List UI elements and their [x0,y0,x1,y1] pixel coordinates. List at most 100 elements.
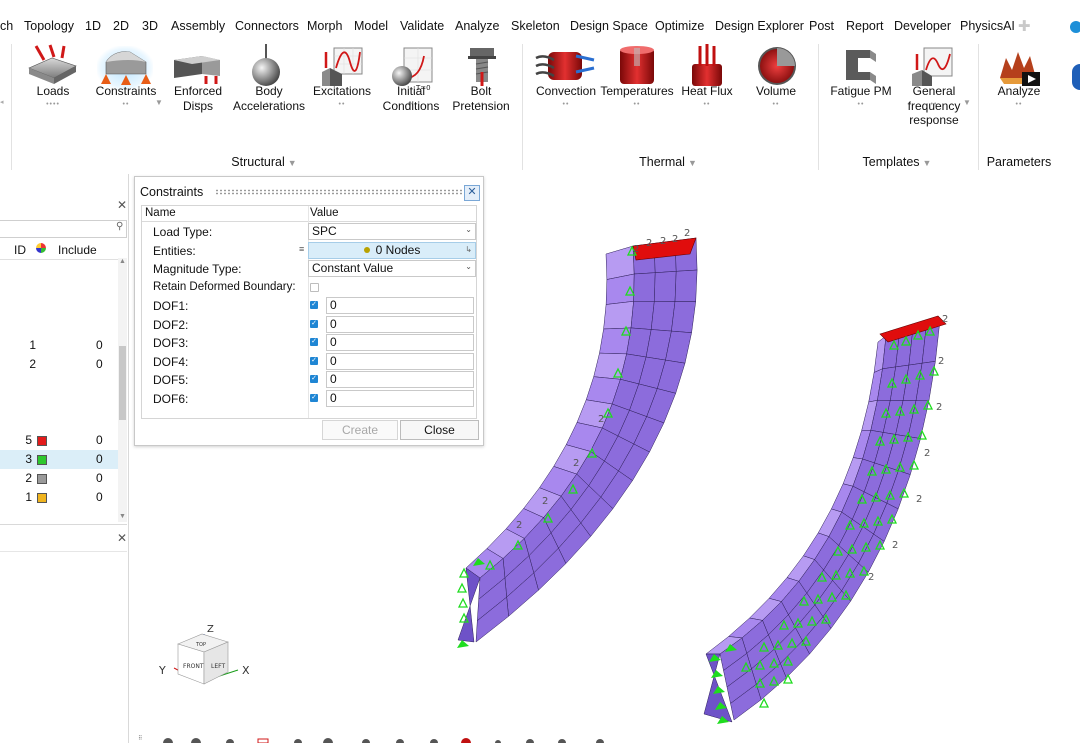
excitations-icon [322,47,363,86]
magnitude-type-select[interactable]: Constant Value ⌄ [308,260,476,277]
browser-row[interactable]: 1 0 [0,336,118,355]
component-color-swatch[interactable] [37,455,47,465]
dof4-input[interactable]: 0 [326,352,474,370]
menu-item-design-explorer[interactable]: Design Explorer [715,19,804,33]
menu-item-post[interactable]: Post [809,19,834,33]
row-id: 1 [29,338,36,352]
browser-scrollbar-thumb[interactable] [119,346,126,420]
retain-boundary-checkbox[interactable] [310,282,319,292]
browser-search-input[interactable] [0,220,127,238]
node-label: 2 [516,520,522,531]
scroll-down-icon[interactable]: ▼ [119,513,126,520]
view-cube[interactable]: FRONT LEFT TOP Y X Z [156,622,256,694]
dof1-value: 0 [330,298,337,312]
panel-divider [0,524,127,525]
menu-item-report[interactable]: Report [846,19,884,33]
menu-item-physicsai[interactable]: PhysicsAI [960,19,1015,33]
dof2-input[interactable]: 0 [326,315,474,333]
menu-item-topology[interactable]: Topology [24,19,74,33]
help-icon[interactable] [1070,21,1080,33]
bottom-view-toolbar: ⠿ [138,735,604,743]
component-color-swatch[interactable] [37,436,47,446]
browser-row[interactable]: 1 0 [0,488,118,507]
entities-menu-icon[interactable]: ≡ [299,244,304,254]
temperatures-icon [620,46,654,84]
browser-row[interactable]: 2 0 [0,355,118,374]
create-button[interactable]: Create [322,420,398,440]
menu-item-design-space[interactable]: Design Space [570,19,648,33]
row-id: 2 [25,471,32,485]
beam-element [633,272,656,302]
templates-tool-dropdown-icon[interactable]: ▼ [963,98,971,107]
dof4-checkbox[interactable]: ✓ [310,356,318,365]
structural-group-label[interactable]: Structural ▼ [231,155,296,169]
id-column-header[interactable]: ID [14,243,26,257]
templates-group-label[interactable]: Templates ▼ [863,155,932,169]
dof6-input[interactable]: 0 [326,389,474,407]
load-type-select[interactable]: SPC ⌄ [308,223,476,240]
menu-item-assembly[interactable]: Assembly [171,19,225,33]
dialog-close-icon[interactable]: ✕ [464,185,480,201]
entities-reset-icon[interactable]: ↳ [465,245,472,254]
constraints-dropdown-icon[interactable]: ▼ [155,98,163,107]
menu-item-skeleton[interactable]: Skeleton [511,19,560,33]
next-ribbon-tool-icon[interactable] [1072,64,1080,90]
include-column-header[interactable]: Include [58,243,97,257]
dialog-drag-handle[interactable] [215,189,463,195]
search-icon[interactable]: ⚲ [116,221,123,232]
close-icon[interactable]: ✕ [117,198,127,212]
dof3-label: DOF3: [153,336,189,350]
scroll-up-icon[interactable]: ▲ [119,258,126,265]
dof1-checkbox[interactable]: ✓ [310,301,318,309]
constraints-icon [101,51,151,85]
menu-item-validate[interactable]: Validate [400,19,444,33]
browser-row-selected[interactable]: 3 0 [0,450,118,469]
menu-item-connectors[interactable]: Connectors [235,19,299,33]
close-button[interactable]: Close [400,420,479,440]
menu-item-2d[interactable]: 2D [113,19,129,33]
dof6-checkbox[interactable]: ✓ [310,393,318,402]
menu-item-1d[interactable]: 1D [85,19,101,33]
menu-item-morph[interactable]: Morph [307,19,342,33]
node-label: 2 [868,572,874,583]
thermal-group-label[interactable]: Thermal ▼ [639,155,697,169]
add-tab-icon[interactable]: ✚ [1018,17,1031,35]
ribbon-scroll-left-icon[interactable]: ◂ [0,98,4,106]
parameters-group-label[interactable]: Parameters [987,155,1052,169]
spc-constraint-marker [457,597,469,608]
dof3-input[interactable]: 0 [326,334,474,351]
dof2-label: DOF2: [153,317,189,332]
dof5-label: DOF5: [153,373,189,387]
dof1-input[interactable]: 0 [326,297,474,314]
dof3-checkbox[interactable]: ✓ [310,338,318,346]
color-wheel-icon[interactable] [36,243,46,253]
menu-item-search[interactable]: ch [0,19,13,33]
browser-row[interactable]: 5 0 [0,431,118,450]
menu-item-analyze[interactable]: Analyze [450,19,505,40]
menu-item-model[interactable]: Model [354,19,388,33]
magnitude-type-row: Magnitude Type: Constant Value ⌄ [142,259,476,278]
dof2-checkbox[interactable]: ✓ [310,319,318,328]
component-color-swatch[interactable] [37,474,47,484]
dof5-input[interactable]: 0 [326,371,474,388]
toolbar-grip-icon[interactable]: ⠿ [138,735,142,742]
analyze-ribbon: ◂ •••• Loads •• ▼ Constraints •• Enforce… [0,38,1080,173]
row-id: 2 [29,357,36,371]
entities-row: Entities: ≡ 0 Nodes ↳ [142,241,476,260]
browser-row[interactable]: 2 0 [0,469,118,488]
dof3-row: DOF3: ✓ 0 [142,333,476,352]
node-label: 2 [598,414,604,425]
component-color-swatch[interactable] [37,493,47,503]
entities-selector[interactable]: 0 Nodes ↳ [308,241,476,259]
analyze-more-dots: •• [1015,101,1023,108]
view-tool-icons[interactable] [163,738,604,743]
dof5-checkbox[interactable]: ✓ [310,375,318,383]
close-icon[interactable]: ✕ [117,531,127,545]
menu-item-developer[interactable]: Developer [894,19,951,33]
menu-item-3d[interactable]: 3D [142,19,158,33]
heat-flux-icon [692,44,722,86]
row-include: 0 [96,490,103,504]
menu-item-optimize[interactable]: Optimize [655,19,704,33]
templates-group-text: Templates [862,155,920,169]
convection-more-dots: •• [562,101,570,108]
